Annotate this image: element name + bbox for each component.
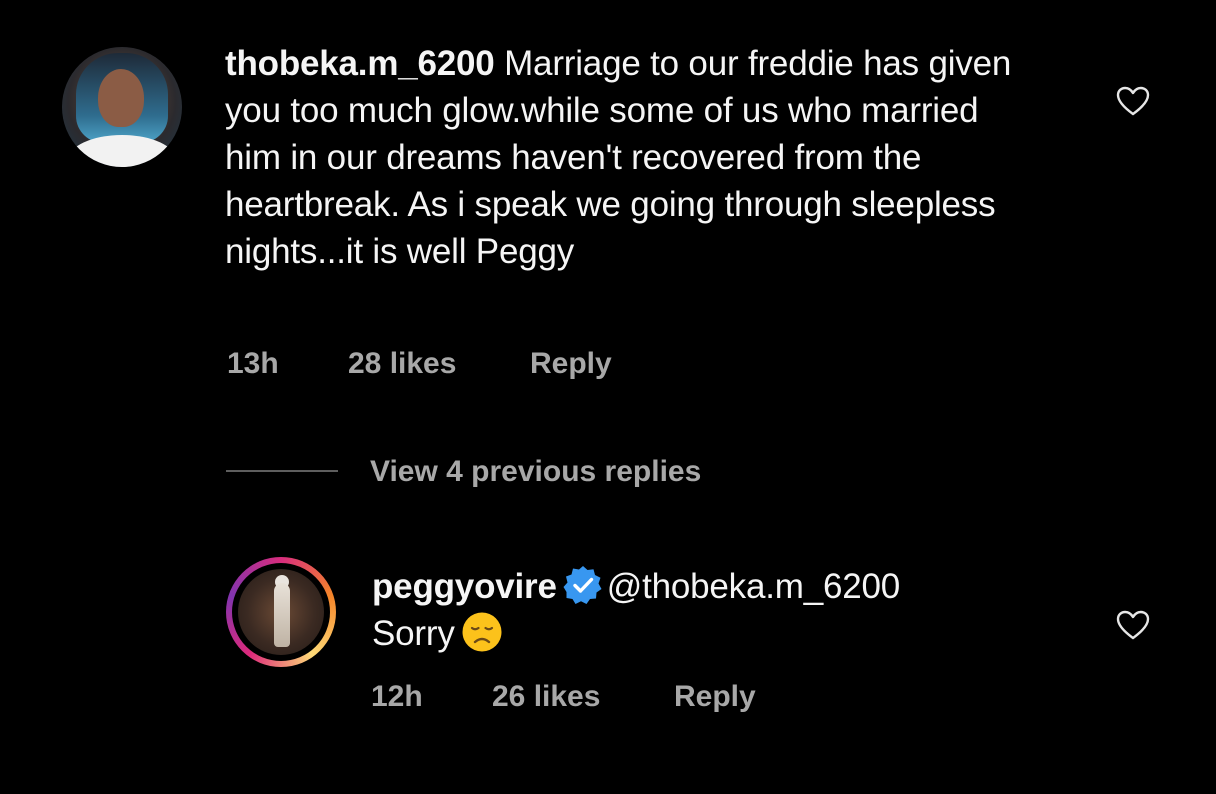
reply-mention[interactable]: @thobeka.m_6200 [607, 567, 900, 606]
reply-text: Sorry [372, 614, 455, 653]
reply-time: 12h [371, 680, 423, 713]
comment-likes[interactable]: 28 likes [348, 347, 456, 381]
replies-divider [226, 470, 338, 472]
disappointed-face-emoji-icon [462, 612, 502, 652]
comments-panel: thobeka.m_6200 Marriage to our freddie h… [4, 0, 1212, 794]
view-previous-replies-button[interactable]: View 4 previous replies [370, 455, 701, 489]
comment-time: 13h [227, 347, 279, 380]
reply-like-heart-icon[interactable] [1116, 610, 1150, 640]
commenter-avatar[interactable] [62, 47, 182, 167]
verified-badge-icon [563, 566, 602, 604]
reply-avatar-story-ring[interactable] [226, 557, 336, 667]
comment-reply-button[interactable]: Reply [530, 347, 612, 381]
comment-username[interactable]: thobeka.m_6200 [225, 44, 495, 83]
reply-username[interactable]: peggyovire [372, 567, 557, 606]
reply-reply-button[interactable]: Reply [674, 680, 756, 714]
reply-likes[interactable]: 26 likes [492, 680, 600, 714]
reply-body: peggyovire @thobeka.m_6200 Sorry [372, 563, 1072, 657]
comment-body: thobeka.m_6200 Marriage to our freddie h… [225, 40, 1025, 275]
like-heart-icon[interactable] [1116, 86, 1150, 116]
